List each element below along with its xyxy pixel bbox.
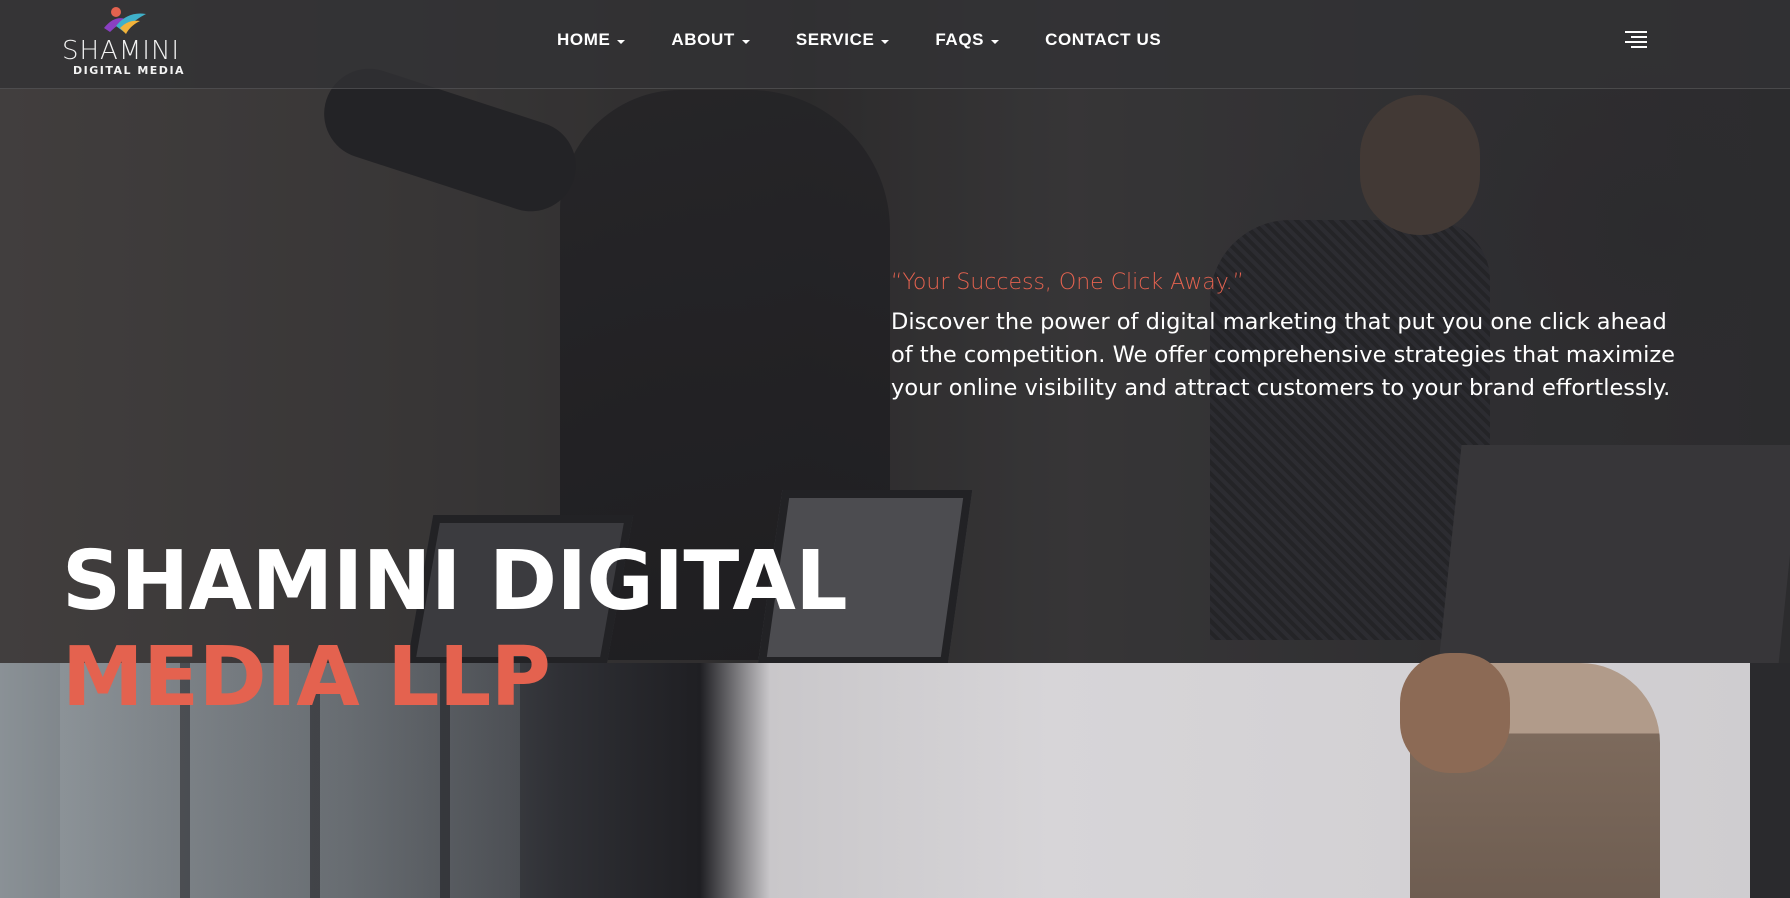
hamburger-menu-icon[interactable] (1625, 30, 1647, 48)
nav-item-label: FAQS (935, 30, 985, 49)
hero-description: Discover the power of digital marketing … (891, 309, 1676, 401)
hero-tagline: “Your Success, One Click Away.” (891, 270, 1245, 295)
nav-item-label: HOME (557, 30, 611, 49)
logo-mark-icon (104, 7, 146, 34)
nav-item-label: SERVICE (795, 30, 875, 49)
hero-title-line1: SHAMINI DIGITAL (62, 534, 848, 629)
hero-title-line2: MEDIA LLP (62, 630, 551, 725)
logo-subtitle: DIGITAL MEDIA (73, 64, 186, 77)
main-nav: HOME ABOUT SERVICE FAQS CONTACT US (557, 28, 1207, 52)
nav-item-home[interactable]: HOME (557, 28, 626, 52)
lower-right-strip (1750, 663, 1790, 898)
caret-down-icon (741, 40, 750, 44)
site-logo[interactable]: SHAMINI DIGITAL MEDIA (60, 6, 194, 78)
caret-down-icon (617, 40, 626, 44)
caret-down-icon (991, 40, 1000, 44)
nav-item-label: ABOUT (671, 30, 735, 49)
businessman-head (1400, 653, 1510, 773)
logo-wordmark: SHAMINI (62, 36, 181, 66)
nav-item-faqs[interactable]: FAQS (935, 28, 1000, 52)
caret-down-icon (881, 40, 890, 44)
nav-item-service[interactable]: SERVICE (796, 28, 890, 52)
nav-item-about[interactable]: ABOUT (671, 28, 750, 52)
nav-item-label: CONTACT US (1045, 30, 1162, 49)
site-header: SHAMINI DIGITAL MEDIA HOME ABOUT SERVICE… (0, 0, 1790, 89)
nav-item-contact-us[interactable]: CONTACT US (1045, 28, 1161, 52)
